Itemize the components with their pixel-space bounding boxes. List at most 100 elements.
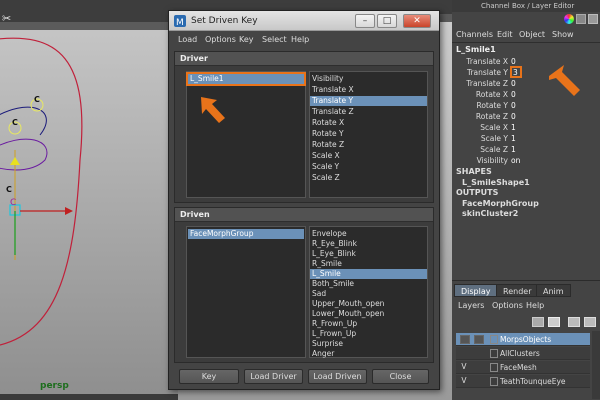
menu-select[interactable]: Select [262,35,287,44]
layer-editor-icon[interactable] [588,14,598,24]
close-button[interactable]: Close [372,369,429,384]
visibility-toggle[interactable]: V [458,376,470,386]
attribute-item[interactable]: L_Frown_Up [310,329,427,339]
node-name[interactable]: L_Smile1 [456,45,496,54]
visibility-toggle[interactable]: V [458,362,470,372]
driver-attribute-list[interactable]: Visibility Translate X Translate Y Trans… [309,71,428,198]
attribute-item[interactable]: Scale Y [310,162,427,172]
attribute-item[interactable]: Translate X [310,85,427,95]
layer-row[interactable]: AllClusters [456,347,590,360]
menu-options[interactable]: Options [205,35,236,44]
viewport-left[interactable]: ✂ C C C C persp [0,0,178,400]
attribute-value[interactable]: 0 [510,101,542,110]
layer-scrollbar[interactable] [592,331,600,399]
attribute-item[interactable]: Visibility [310,74,427,84]
attribute-item[interactable]: Rotate Z [310,140,427,150]
attribute-item[interactable]: L_Eye_Blink [310,249,427,259]
attribute-value[interactable]: 0 [510,112,542,121]
output-item[interactable]: FaceMorphGroup [462,199,539,208]
key-button[interactable]: Key [179,369,239,384]
tab-display[interactable]: Display [454,284,498,297]
attribute-value[interactable]: 1 [510,123,542,132]
attribute-item[interactable]: R_Eye_Blink [310,239,427,249]
attribute-item[interactable]: Translate Z [310,107,427,117]
output-item[interactable]: skinCluster2 [462,209,518,218]
layer-color-swatch[interactable] [490,363,498,372]
attribute-row[interactable]: Rotate Y 0 [452,101,600,111]
menu-help[interactable]: Help [291,35,309,44]
attribute-item[interactable]: Rotate Y [310,129,427,139]
menu-object[interactable]: Object [519,30,545,39]
layer-row[interactable]: V FaceMesh [456,361,590,374]
attribute-item[interactable]: Upper_Mouth_open [310,299,427,309]
layer-row[interactable]: MorpsObjects [456,333,590,346]
attribute-label: Scale Z [480,145,508,154]
attribute-value[interactable]: 1 [510,134,542,143]
attribute-item-selected[interactable]: L_Smile [310,269,427,279]
attribute-row[interactable]: Rotate Z 0 [452,112,600,122]
maximize-button[interactable]: □ [377,14,397,28]
close-window-button[interactable]: ✕ [403,14,431,28]
attribute-item[interactable]: Sad [310,289,427,299]
menu-channels[interactable]: Channels [456,30,493,39]
attribute-value[interactable]: on [510,156,542,165]
attribute-row[interactable]: Scale Y 1 [452,134,600,144]
playback-toggle[interactable] [472,376,484,386]
attribute-value[interactable]: 0 [510,90,542,99]
new-layer-icon[interactable] [532,317,544,327]
attribute-item[interactable]: Scale X [310,151,427,161]
attribute-item[interactable]: Rotate X [310,118,427,128]
tab-anim[interactable]: Anim [536,284,571,297]
playback-toggle[interactable] [474,335,484,344]
playback-toggle[interactable] [472,348,484,358]
layer-color-swatch[interactable] [490,377,498,386]
attribute-row[interactable]: Scale X 1 [452,123,600,133]
attribute-value[interactable]: 1 [510,145,542,154]
move-up-icon[interactable] [568,317,580,327]
driver-object-list[interactable]: L_Smile1 [186,71,306,198]
layer-color-swatch[interactable] [490,335,498,344]
attribute-item[interactable]: Scale Z [310,173,427,183]
menu-help[interactable]: Help [526,301,544,310]
attribute-item[interactable]: R_Frown_Up [310,319,427,329]
attribute-label: Scale Y [480,134,508,143]
menu-edit[interactable]: Edit [497,30,513,39]
menu-show[interactable]: Show [552,30,574,39]
playback-toggle[interactable] [472,362,484,372]
move-down-icon[interactable] [584,317,596,327]
color-wheel-icon[interactable] [564,14,574,24]
load-driver-button[interactable]: Load Driver [244,369,303,384]
translate-y-value[interactable]: 3 [510,66,522,78]
channel-box-icon[interactable] [576,14,586,24]
attribute-value[interactable]: 0 [510,79,542,88]
attribute-item[interactable]: Surprise [310,339,427,349]
attribute-value[interactable]: 0 [510,57,542,66]
load-driven-button[interactable]: Load Driven [308,369,367,384]
tab-render[interactable]: Render [496,284,539,297]
visibility-toggle[interactable] [460,335,470,344]
driven-object-list[interactable]: FaceMorphGroup [186,226,306,358]
attribute-item[interactable]: Lower_Mouth_open [310,309,427,319]
attribute-row[interactable]: Visibility on [452,156,600,166]
attribute-item[interactable]: R_Smile [310,259,427,269]
menu-key[interactable]: Key [239,35,254,44]
menu-load[interactable]: Load [178,35,197,44]
driven-object-item[interactable]: FaceMorphGroup [188,229,304,239]
shape-item[interactable]: L_SmileShape1 [462,178,530,187]
driven-attribute-list[interactable]: Envelope R_Eye_Blink L_Eye_Blink R_Smile… [309,226,428,358]
divider [452,42,600,43]
title-bar[interactable]: M Set Driven Key – □ ✕ [169,11,439,31]
new-layer-selected-icon[interactable] [548,317,560,327]
attribute-label: Scale X [480,123,508,132]
menu-layers[interactable]: Layers [458,301,484,310]
menu-options[interactable]: Options [492,301,523,310]
layer-row[interactable]: V TeathTounqueEye [456,375,590,388]
attribute-item[interactable]: Both_Smile [310,279,427,289]
attribute-item[interactable]: Anger [310,349,427,359]
minimize-button[interactable]: – [355,14,375,28]
attribute-row[interactable]: Scale Z 1 [452,145,600,155]
attribute-item[interactable]: Envelope [310,229,427,239]
layer-color-swatch[interactable] [490,349,498,358]
visibility-toggle[interactable] [458,348,470,358]
attribute-item-selected[interactable]: Translate Y [310,96,427,106]
